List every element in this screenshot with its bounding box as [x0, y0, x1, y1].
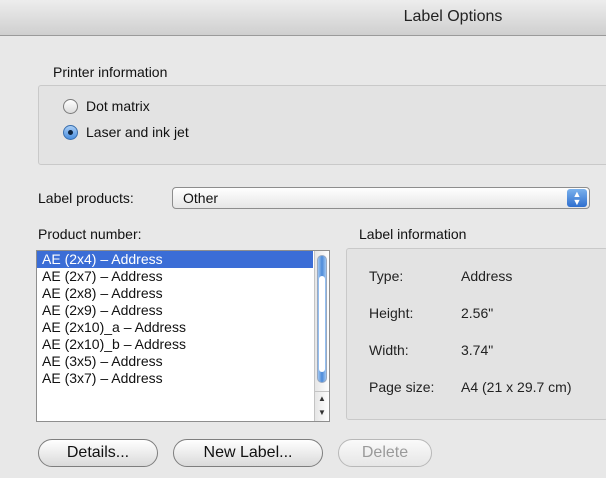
details-button[interactable]: Details...	[38, 439, 158, 467]
scrollbar-thumb[interactable]	[317, 255, 327, 383]
list-item[interactable]: AE (3x7) – Address	[37, 370, 313, 387]
dialog-content: Printer information Dot matrix Laser and…	[0, 37, 606, 478]
info-value: Address	[461, 268, 513, 284]
info-row-width: Width: 3.74"	[369, 342, 493, 358]
label-info-heading: Label information	[359, 226, 467, 242]
delete-button[interactable]: Delete	[338, 439, 432, 467]
list-item[interactable]: AE (2x4) – Address	[37, 251, 313, 268]
title-bar: Label Options	[0, 0, 606, 36]
popup-arrows-icon[interactable]: ▲ ▼	[567, 189, 587, 207]
info-key: Page size:	[369, 379, 435, 395]
info-value: A4 (21 x 29.7 cm)	[461, 379, 572, 395]
info-key: Type:	[369, 268, 404, 284]
info-value: 3.74"	[461, 342, 494, 358]
info-key: Width:	[369, 342, 409, 358]
info-value: 2.56"	[461, 305, 494, 321]
radio-laser-ink-jet[interactable]: Laser and ink jet	[63, 124, 189, 140]
label-products-label: Label products:	[38, 190, 134, 206]
radio-dot-matrix[interactable]: Dot matrix	[63, 98, 150, 114]
list-item[interactable]: AE (2x7) – Address	[37, 268, 313, 285]
list-item[interactable]: AE (2x10)_b – Address	[37, 336, 313, 353]
info-key: Height:	[369, 305, 414, 321]
new-label-button[interactable]: New Label...	[173, 439, 323, 467]
window-title: Label Options	[403, 8, 503, 25]
list-item[interactable]: AE (2x9) – Address	[37, 302, 313, 319]
label-info-group: Type: Address Height: 2.56" Width: 3.74"…	[346, 248, 606, 420]
info-row-type: Type: Address	[369, 268, 512, 284]
radio-laser-ink-jet-label: Laser and ink jet	[86, 124, 189, 140]
list-item[interactable]: AE (2x10)_a – Address	[37, 319, 313, 336]
radio-button-icon[interactable]	[63, 98, 78, 114]
label-products-value: Other	[183, 190, 219, 206]
printer-info-heading: Printer information	[53, 64, 168, 80]
product-number-list[interactable]: AE (2x4) – Address AE (2x7) – Address AE…	[36, 250, 330, 422]
list-item[interactable]: AE (3x5) – Address	[37, 353, 313, 370]
list-scrollbar[interactable]: ▲ ▼	[314, 251, 329, 421]
info-row-page-size: Page size: A4 (21 x 29.7 cm)	[369, 379, 572, 395]
label-products-popup[interactable]: Other ▲ ▼	[172, 187, 590, 209]
printer-info-group: Dot matrix Laser and ink jet	[38, 85, 606, 165]
list-item[interactable]: AE (2x8) – Address	[37, 285, 313, 302]
info-row-height: Height: 2.56"	[369, 305, 493, 321]
scroll-arrows-icon[interactable]: ▲ ▼	[315, 391, 329, 421]
product-number-label: Product number:	[38, 226, 142, 242]
radio-dot-matrix-label: Dot matrix	[86, 98, 150, 114]
radio-button-selected-icon[interactable]	[63, 124, 78, 140]
